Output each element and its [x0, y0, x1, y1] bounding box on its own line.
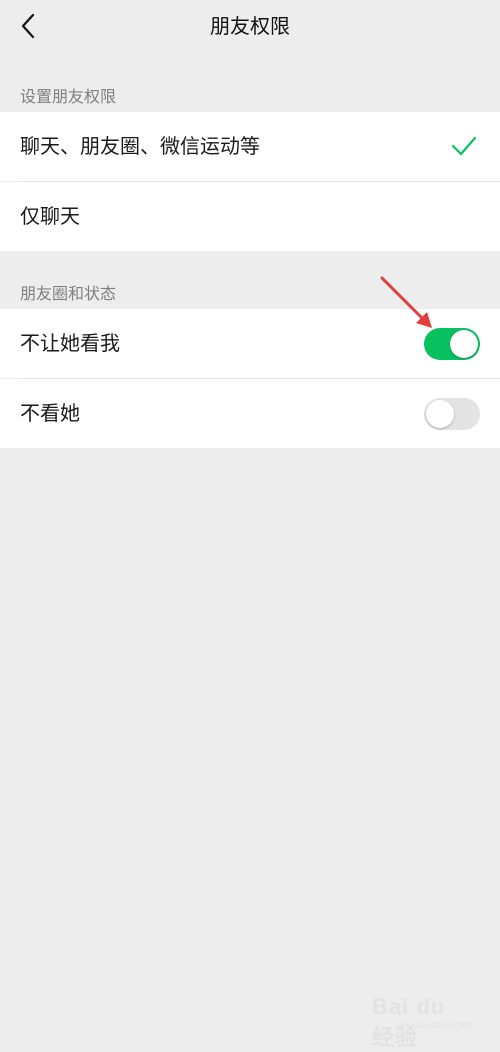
option-label: 聊天、朋友圈、微信运动等 — [20, 134, 260, 158]
chevron-left-icon — [21, 13, 35, 39]
back-button[interactable] — [8, 6, 48, 46]
setting-label: 不看她 — [20, 401, 80, 425]
hide-my-moments-toggle[interactable] — [424, 328, 480, 360]
checkmark-icon — [451, 136, 477, 156]
option-chat-only[interactable]: 仅聊天 — [0, 182, 500, 251]
option-label: 仅聊天 — [20, 204, 80, 228]
watermark-url: jingyan.baidu.com — [399, 1020, 472, 1030]
toggle-knob — [450, 330, 478, 358]
toggle-knob — [426, 400, 454, 428]
setting-hide-my-moments: 不让她看我 — [0, 309, 500, 378]
setting-label: 不让她看我 — [20, 331, 120, 355]
hide-her-moments-toggle[interactable] — [424, 398, 480, 430]
page-title: 朋友权限 — [210, 14, 290, 38]
nav-bar: 朋友权限 — [0, 0, 500, 52]
section-header-friend-permissions: 设置朋友权限 — [20, 87, 117, 106]
baidu-watermark: Bai du 经验 jingyan.baidu.com — [372, 994, 472, 1050]
setting-hide-her-moments: 不看她 — [0, 379, 500, 448]
option-chat-moments-sports[interactable]: 聊天、朋友圈、微信运动等 — [0, 112, 500, 181]
section-header-moments-status: 朋友圈和状态 — [20, 284, 117, 303]
